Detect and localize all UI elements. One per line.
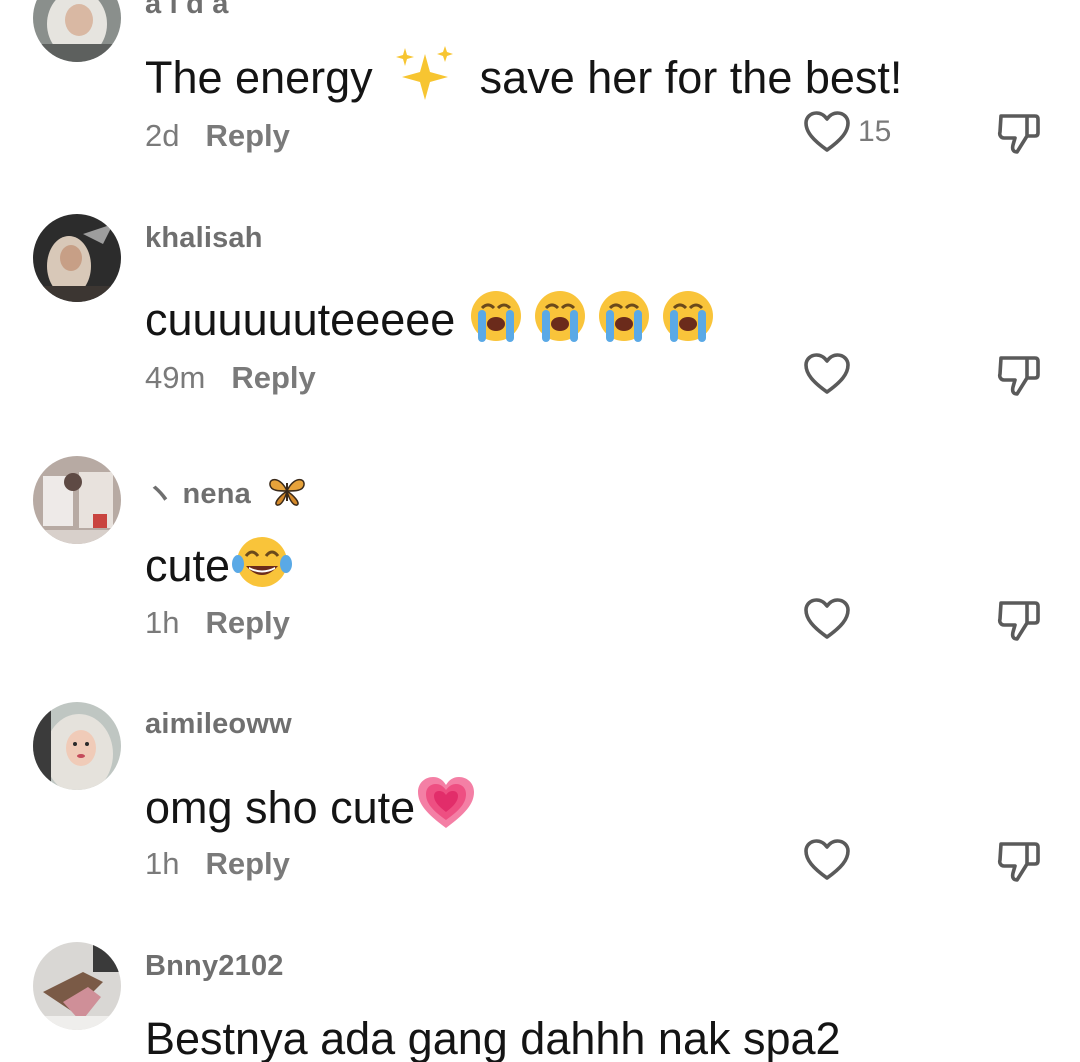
comment-time: 1h — [145, 846, 180, 881]
loudly-crying-face-emoji — [468, 288, 722, 351]
comment-text: cuuuuuuteeeee — [145, 288, 722, 351]
thumbs-down-outline-icon — [997, 842, 1040, 882]
username[interactable]: aimileoww — [145, 708, 292, 741]
tears-of-joy-emoji — [230, 534, 294, 597]
like-button[interactable] — [803, 597, 851, 641]
username-text: Bnny2102 — [145, 950, 284, 982]
comment-text-part: cuuuuuuteeeee — [145, 294, 468, 345]
comments-list: a i d a The energy save her for the best… — [0, 0, 1080, 1062]
comment-text-part: omg sho cute — [145, 782, 416, 833]
reply-button[interactable]: Reply — [205, 118, 289, 153]
sparkles-emoji — [395, 46, 457, 109]
butterfly-emoji — [267, 475, 307, 515]
comment-time: 1h — [145, 605, 180, 640]
username-text: aimileoww — [145, 708, 292, 740]
username[interactable]: khalisah — [145, 222, 263, 255]
username[interactable]: ヽ nena — [145, 470, 307, 515]
comment-meta: 49m Reply — [145, 362, 316, 393]
heart-outline-icon — [804, 598, 850, 639]
dislike-button[interactable] — [995, 597, 1043, 643]
thumbs-down-outline-icon — [997, 601, 1040, 641]
comment-meta: 1h Reply — [145, 848, 290, 879]
comment-text: The energy save her for the best! — [145, 46, 902, 109]
comment-text: cute — [145, 534, 294, 597]
thumbs-down-outline-icon — [997, 114, 1040, 154]
avatar[interactable] — [33, 0, 121, 62]
like-button[interactable] — [803, 352, 851, 396]
growing-heart-emoji — [415, 774, 477, 839]
reply-button[interactable]: Reply — [231, 360, 315, 395]
avatar[interactable] — [33, 456, 121, 544]
thumbs-down-outline-icon — [997, 356, 1040, 396]
reply-button[interactable]: Reply — [205, 846, 289, 881]
comment-time: 2d — [145, 118, 180, 153]
dislike-button[interactable] — [995, 110, 1043, 156]
avatar[interactable] — [33, 214, 121, 302]
username-text: nena — [182, 478, 251, 510]
like-button[interactable] — [803, 110, 851, 154]
avatar[interactable] — [33, 942, 121, 1030]
heart-outline-icon — [804, 839, 850, 880]
comment-text: Bestnya ada gang dahhh nak spa2 — [145, 1016, 841, 1061]
username-text: khalisah — [145, 222, 263, 254]
comment-text-part: save her for the best! — [479, 52, 903, 103]
comment-time: 49m — [145, 360, 206, 395]
heart-outline-icon — [804, 111, 850, 152]
like-button[interactable] — [803, 838, 851, 882]
username[interactable]: a i d a — [145, 0, 229, 21]
username-prefix: ヽ — [145, 478, 175, 510]
comment-text: omg sho cute — [145, 774, 477, 839]
comment-meta: 2d Reply — [145, 120, 290, 151]
username[interactable]: Bnny2102 — [145, 950, 284, 983]
avatar[interactable] — [33, 702, 121, 790]
comment-text-part: The energy — [145, 52, 373, 103]
comment-text-part: Bestnya ada gang dahhh nak spa2 — [145, 1013, 841, 1062]
like-count: 15 — [858, 115, 892, 148]
dislike-button[interactable] — [995, 838, 1043, 884]
username-text: a i d a — [145, 0, 229, 20]
heart-outline-icon — [804, 353, 850, 394]
reply-button[interactable]: Reply — [205, 605, 289, 640]
comment-text-part: cute — [145, 540, 231, 591]
comment-meta: 1h Reply — [145, 607, 290, 638]
dislike-button[interactable] — [995, 352, 1043, 398]
